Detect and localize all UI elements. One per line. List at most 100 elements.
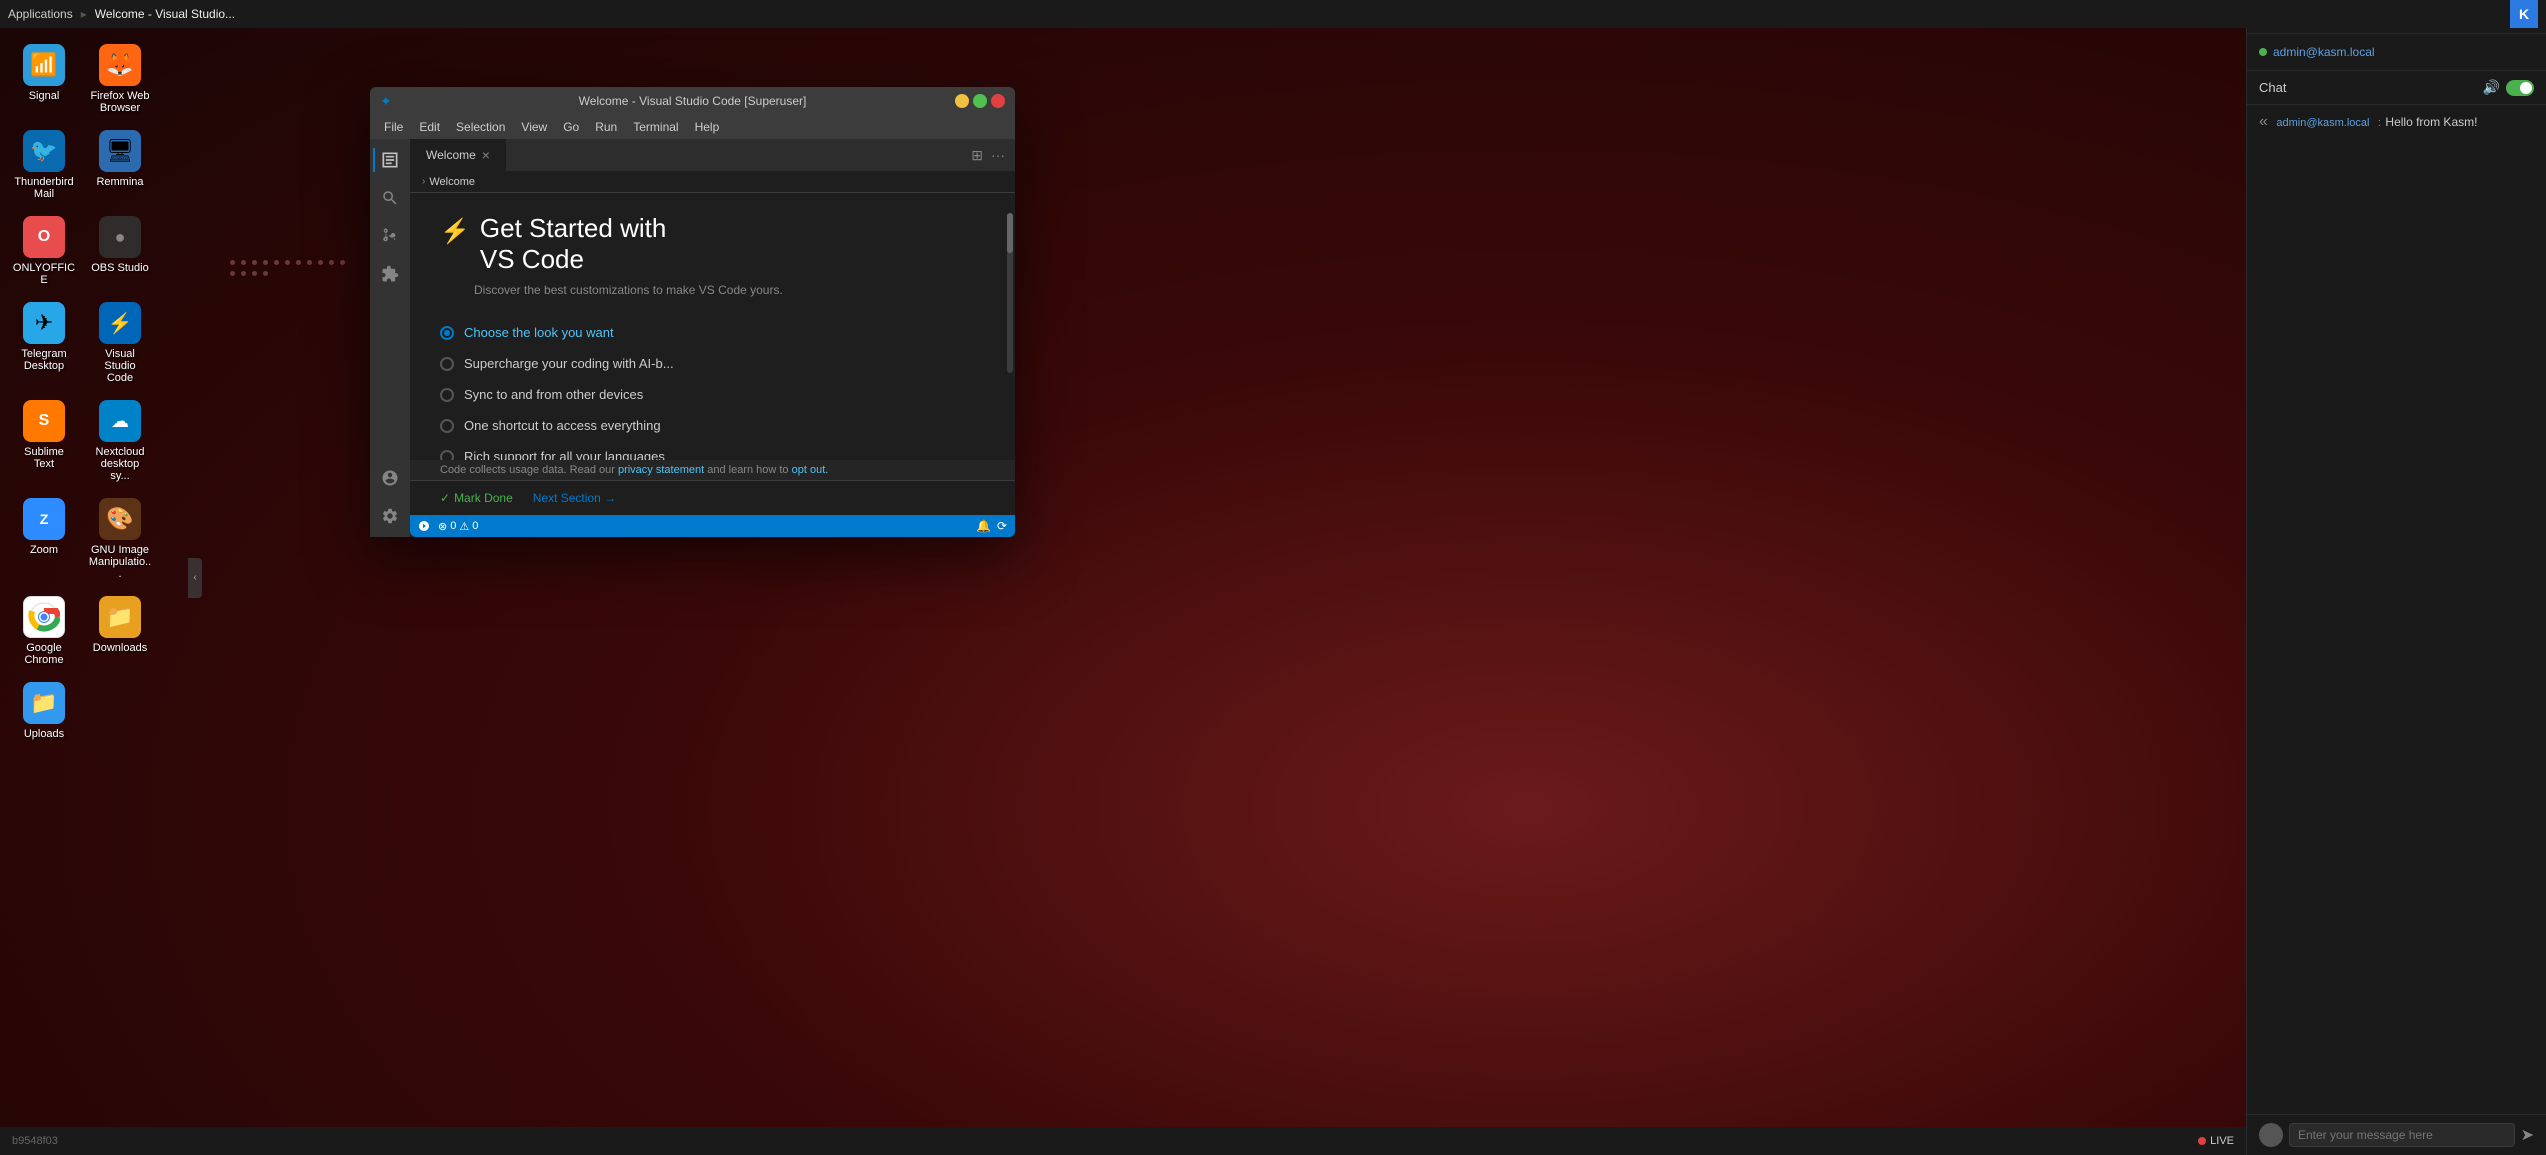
icon-downloads[interactable]: 📁 Downloads: [86, 592, 154, 670]
editor-area: Welcome × ⊞ ··· › Welcome: [410, 139, 1015, 537]
radio-ai[interactable]: [440, 357, 454, 371]
icon-uploads[interactable]: 📁 Uploads: [10, 678, 78, 744]
taskbar-top: Applications ▸ Welcome - Visual Studio..…: [0, 0, 2546, 28]
obs-icon: ●: [99, 216, 141, 258]
split-editor-button[interactable]: ⊞: [969, 145, 985, 166]
warning-count: 0: [472, 520, 478, 532]
extensions-icon[interactable]: [373, 257, 407, 291]
opt-out-link[interactable]: opt out.: [792, 464, 829, 476]
taskbar-apps-label[interactable]: Applications: [8, 7, 73, 21]
icon-remmina-label: Remmina: [96, 176, 143, 188]
errors-indicator[interactable]: ⊗ 0 ⚠ 0: [438, 520, 478, 533]
section-item-sync[interactable]: Sync to and from other devices: [440, 379, 985, 410]
icon-obs-label: OBS Studio: [91, 262, 148, 274]
bottom-bar: b9548f03 LIVE: [0, 1127, 2246, 1155]
account-icon[interactable]: [373, 461, 407, 495]
search-icon[interactable]: [373, 181, 407, 215]
breadcrumb-welcome[interactable]: Welcome: [429, 176, 475, 188]
live-dot: [2198, 1137, 2206, 1145]
menu-go[interactable]: Go: [557, 118, 585, 136]
icon-telegram[interactable]: ✈ Telegram Desktop: [10, 298, 78, 388]
close-button[interactable]: ×: [991, 94, 1005, 108]
icon-vscode[interactable]: ⚡ Visual Studio Code: [86, 298, 154, 388]
section-item-shortcut[interactable]: One shortcut to access everything: [440, 410, 985, 441]
chat-avatar: [2259, 1123, 2283, 1147]
icon-obs[interactable]: ● OBS Studio: [86, 212, 154, 290]
icon-remmina[interactable]: 🖥 Remmina: [86, 126, 154, 204]
radio-sync[interactable]: [440, 388, 454, 402]
maximize-button[interactable]: □: [973, 94, 987, 108]
minimize-button[interactable]: −: [955, 94, 969, 108]
chat-input[interactable]: [2289, 1123, 2515, 1147]
downloads-icon: 📁: [99, 596, 141, 638]
settings-gear-icon[interactable]: [373, 499, 407, 533]
mark-done-label: Mark Done: [454, 491, 513, 505]
radio-look[interactable]: [440, 326, 454, 340]
next-section-button[interactable]: Next Section →: [533, 491, 616, 505]
audio-button[interactable]: 🔊: [2483, 79, 2500, 96]
icon-chrome-label: Google Chrome: [14, 642, 74, 666]
taskbar-k-button[interactable]: K: [2510, 0, 2538, 28]
chat-header: Chat 🔊: [2247, 71, 2546, 105]
source-control-icon[interactable]: [373, 219, 407, 253]
chat-msg-author: admin@kasm.local: [2276, 117, 2369, 129]
tab-close-button[interactable]: ×: [482, 147, 490, 163]
chat-toggle[interactable]: [2506, 80, 2534, 96]
privacy-link[interactable]: privacy statement: [618, 464, 704, 476]
chat-input-area: ➤: [2247, 1114, 2546, 1155]
explorer-icon[interactable]: [373, 143, 407, 177]
firefox-icon: 🦊: [99, 44, 141, 86]
tab-actions: ⊞ ···: [969, 145, 1015, 166]
icon-thunderbird[interactable]: 🐦 Thunderbird Mail: [10, 126, 78, 204]
chat-send-button[interactable]: ➤: [2521, 1125, 2534, 1145]
icon-nextcloud-label: Nextcloud desktop sy...: [90, 446, 150, 482]
live-text: LIVE: [2210, 1135, 2234, 1147]
icon-onlyoffice[interactable]: O ONLYOFFICE: [10, 212, 78, 290]
error-count: 0: [450, 520, 456, 532]
taskbar-separator: ▸: [81, 7, 87, 21]
menu-terminal[interactable]: Terminal: [627, 118, 684, 136]
taskbar-window-title[interactable]: Welcome - Visual Studio...: [95, 7, 235, 21]
menu-edit[interactable]: Edit: [413, 118, 446, 136]
chat-controls: 🔊: [2483, 79, 2534, 96]
chrome-icon: [23, 596, 65, 638]
menu-help[interactable]: Help: [689, 118, 726, 136]
vscode-app-icon: ✦: [380, 93, 396, 109]
viewer-online-dot: [2259, 48, 2267, 56]
viewer-name[interactable]: admin@kasm.local: [2273, 45, 2375, 59]
broadcast-button[interactable]: ⟳: [997, 519, 1007, 533]
chat-section: Chat 🔊 « admin@kasm.local : Hello from K…: [2247, 71, 2546, 1155]
icon-nextcloud[interactable]: ☁ Nextcloud desktop sy...: [86, 396, 154, 486]
scroll-thumb: [1007, 213, 1013, 253]
zoom-icon: Z: [23, 498, 65, 540]
radio-languages[interactable]: [440, 450, 454, 460]
section-item-ai[interactable]: Supercharge your coding with AI-b...: [440, 348, 985, 379]
menu-run[interactable]: Run: [589, 118, 623, 136]
status-right: 🔔 ⟳: [976, 519, 1007, 533]
icon-chrome[interactable]: Google Chrome: [10, 592, 78, 670]
welcome-tab[interactable]: Welcome ×: [410, 139, 507, 171]
icon-firefox[interactable]: 🦊 Firefox Web Browser: [86, 40, 154, 118]
more-actions-button[interactable]: ···: [989, 145, 1007, 165]
onlyoffice-icon: O: [23, 216, 65, 258]
mark-done-button[interactable]: ✓ Mark Done: [440, 491, 513, 505]
section-label-sync: Sync to and from other devices: [464, 387, 643, 402]
icon-signal[interactable]: 📶 Signal: [10, 40, 78, 118]
section-item-languages[interactable]: Rich support for all your languages: [440, 441, 985, 460]
notifications-button[interactable]: 🔔: [976, 519, 991, 533]
menu-view[interactable]: View: [515, 118, 553, 136]
section-item-look[interactable]: Choose the look you want: [440, 317, 985, 348]
icon-sublime[interactable]: S Sublime Text: [10, 396, 78, 486]
menu-file[interactable]: File: [378, 118, 409, 136]
icon-firefox-label: Firefox Web Browser: [90, 90, 150, 114]
uploads-icon: 📁: [23, 682, 65, 724]
icon-zoom[interactable]: Z Zoom: [10, 494, 78, 584]
scroll-indicator[interactable]: [1007, 213, 1013, 373]
welcome-subtitle: Discover the best customizations to make…: [440, 283, 985, 297]
sidebar-collapse-tab[interactable]: ‹: [188, 558, 202, 598]
menu-selection[interactable]: Selection: [450, 118, 511, 136]
remote-indicator[interactable]: [418, 520, 430, 532]
icon-gnuimage[interactable]: 🎨 GNU Image Manipulatio...: [86, 494, 154, 584]
radio-shortcut[interactable]: [440, 419, 454, 433]
welcome-header: ⚡ Get Started with VS Code: [440, 213, 985, 275]
